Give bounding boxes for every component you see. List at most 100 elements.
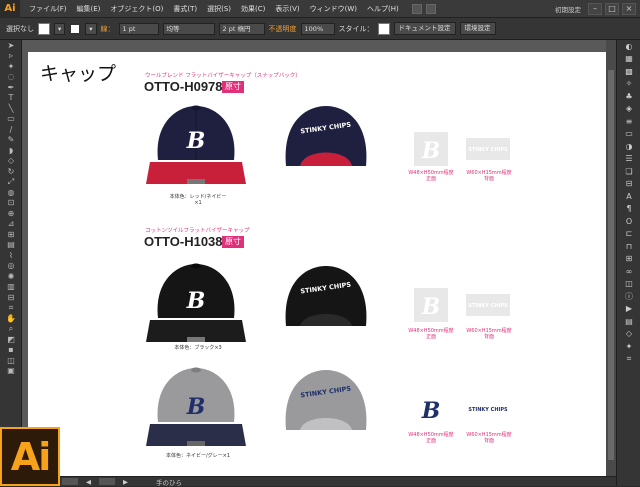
product1-print-back-label: W60×H15mm程度 背面 <box>466 170 512 182</box>
line-icon[interactable]: ╲ <box>0 103 22 114</box>
artboard-nav-prev-icon[interactable]: ◀ <box>86 478 91 486</box>
document-info-icon[interactable]: ▤ <box>617 315 640 328</box>
opacity-field[interactable]: 100% <box>300 22 335 35</box>
opentype-icon[interactable]: O <box>617 215 640 228</box>
magic-wand-panel-icon[interactable]: ✦ <box>617 340 640 353</box>
gradient-icon[interactable]: ▤ <box>0 240 22 251</box>
bridge-icon[interactable] <box>411 3 422 14</box>
menu-file[interactable]: ファイル(F) <box>24 4 72 14</box>
color-panel-icon[interactable]: ◐ <box>617 40 640 53</box>
preferences-button[interactable]: 環境設定 <box>459 22 496 35</box>
eyedropper-icon[interactable]: ⌇ <box>0 250 22 261</box>
fill-swatch[interactable] <box>38 22 50 35</box>
stroke-dropdown[interactable]: ▾ <box>85 22 97 35</box>
illustrator-logo: Ai <box>0 427 60 486</box>
direct-selection-icon[interactable]: ▹ <box>0 51 22 62</box>
slice-icon[interactable]: ⌗ <box>0 303 22 314</box>
menu-type[interactable]: 書式(T) <box>168 4 202 14</box>
pencil-icon[interactable]: ✎ <box>0 135 22 146</box>
paragraph-icon[interactable]: ¶ <box>617 203 640 216</box>
vertical-scrollbar[interactable] <box>606 40 616 476</box>
app-bar-tools <box>411 3 436 14</box>
artboards-panel-icon[interactable]: ⊟ <box>617 178 640 191</box>
magic-wand-icon[interactable]: ✦ <box>0 61 22 72</box>
perspective-icon[interactable]: ⊿ <box>0 219 22 230</box>
close-button[interactable]: × <box>622 2 636 15</box>
symbols-icon[interactable]: ♣ <box>617 90 640 103</box>
stroke-weight-field[interactable]: 1 pt <box>118 22 159 35</box>
transform-panel-icon[interactable]: ⊞ <box>617 253 640 266</box>
zoom-field[interactable] <box>62 478 78 485</box>
hand-icon[interactable]: ✋ <box>0 313 22 324</box>
blob-brush-icon[interactable]: ◗ <box>0 145 22 156</box>
swatches-icon[interactable]: ▩ <box>617 65 640 78</box>
eraser-icon[interactable]: ◇ <box>0 156 22 167</box>
minimize-button[interactable]: – <box>588 2 602 15</box>
symbol-sprayer-icon[interactable]: ✺ <box>0 271 22 282</box>
color-mode-icon[interactable]: ▪ <box>0 345 22 356</box>
graphic-styles-icon[interactable]: ◈ <box>617 103 640 116</box>
gradient-panel-icon[interactable]: ▭ <box>617 128 640 141</box>
character-icon[interactable]: A <box>617 190 640 203</box>
pen-icon[interactable]: ✒ <box>0 82 22 93</box>
artboard-icon[interactable]: ⊟ <box>0 292 22 303</box>
links-icon[interactable]: ∞ <box>617 265 640 278</box>
scrollbar-thumb[interactable] <box>608 70 614 460</box>
warp-icon[interactable]: ◍ <box>0 187 22 198</box>
lasso-icon[interactable]: ◌ <box>0 72 22 83</box>
navigator-icon[interactable]: ◫ <box>617 278 640 291</box>
color-guide-icon[interactable]: ▦ <box>617 53 640 66</box>
zoom-icon[interactable]: ⌕ <box>0 324 22 335</box>
selection-icon[interactable]: ➤ <box>0 40 22 51</box>
cap-black-back: STINKY CHIPS <box>285 266 367 326</box>
artboard[interactable]: キャップ ウールブレンド フラットバイザーキャップ（スナップバック） OTTO-… <box>28 52 608 476</box>
artboard-nav-next-icon[interactable]: ▶ <box>123 478 128 486</box>
rotate-icon[interactable]: ↻ <box>0 166 22 177</box>
artboard-number-field[interactable] <box>99 478 115 485</box>
brush-dropdown[interactable]: 2 pt 楕円 <box>218 22 265 35</box>
cap-black-front: B <box>146 263 246 342</box>
attributes-icon[interactable]: ◇ <box>617 328 640 341</box>
menu-effect[interactable]: 効果(C) <box>236 4 270 14</box>
screen-mode-icon[interactable]: ▣ <box>0 366 22 377</box>
graph-icon[interactable]: ▥ <box>0 282 22 293</box>
fill-dropdown[interactable]: ▾ <box>54 22 66 35</box>
actions-icon[interactable]: ▶ <box>617 303 640 316</box>
stroke-panel-icon[interactable]: ≡ <box>617 115 640 128</box>
align-icon[interactable]: ⊏ <box>617 228 640 241</box>
menu-help[interactable]: ヘルプ(H) <box>362 4 404 14</box>
maximize-button[interactable]: □ <box>605 2 619 15</box>
menu-view[interactable]: 表示(V) <box>270 4 304 14</box>
stroke-label[interactable]: 線： <box>101 24 115 34</box>
variables-icon[interactable]: ⌗ <box>617 353 640 366</box>
stroke-profile-dropdown[interactable]: 均等 <box>162 22 215 35</box>
menu-edit[interactable]: 編集(E) <box>72 4 106 14</box>
stroke-swatch[interactable] <box>69 22 82 35</box>
transparency-icon[interactable]: ◑ <box>617 140 640 153</box>
product1-subtitle: ウールブレンド フラットバイザーキャップ（スナップバック） <box>145 73 301 79</box>
mesh-icon[interactable]: ⊞ <box>0 229 22 240</box>
workspace-switcher[interactable]: 初期設定 <box>555 4 581 14</box>
type-icon[interactable]: T <box>0 93 22 104</box>
document-setup-button[interactable]: ドキュメント設定 <box>393 22 456 35</box>
draw-mode-icon[interactable]: ◫ <box>0 355 22 366</box>
menu-window[interactable]: ウィンドウ(W) <box>305 4 362 14</box>
rectangle-icon[interactable]: ▭ <box>0 114 22 125</box>
shape-builder-icon[interactable]: ⊕ <box>0 208 22 219</box>
free-transform-icon[interactable]: ⊡ <box>0 198 22 209</box>
fill-stroke-icon[interactable]: ◩ <box>0 334 22 345</box>
canvas-area[interactable]: キャップ ウールブレンド フラットバイザーキャップ（スナップバック） OTTO-… <box>22 40 616 476</box>
graphic-style-swatch[interactable] <box>377 22 390 35</box>
menu-select[interactable]: 選択(S) <box>202 4 236 14</box>
appearance-icon[interactable]: ☰ <box>617 153 640 166</box>
info-icon[interactable]: ⓘ <box>617 290 640 303</box>
scale-icon[interactable]: ⤢ <box>0 177 22 188</box>
pathfinder-icon[interactable]: ⊓ <box>617 240 640 253</box>
layers-icon[interactable]: ❏ <box>617 165 640 178</box>
paintbrush-icon[interactable]: ∕ <box>0 124 22 135</box>
blend-icon[interactable]: ◎ <box>0 261 22 272</box>
arrange-documents-icon[interactable] <box>425 3 436 14</box>
brushes-icon[interactable]: ✧ <box>617 78 640 91</box>
opacity-label[interactable]: 不透明度 <box>269 24 297 34</box>
menu-object[interactable]: オブジェクト(O) <box>105 4 168 14</box>
